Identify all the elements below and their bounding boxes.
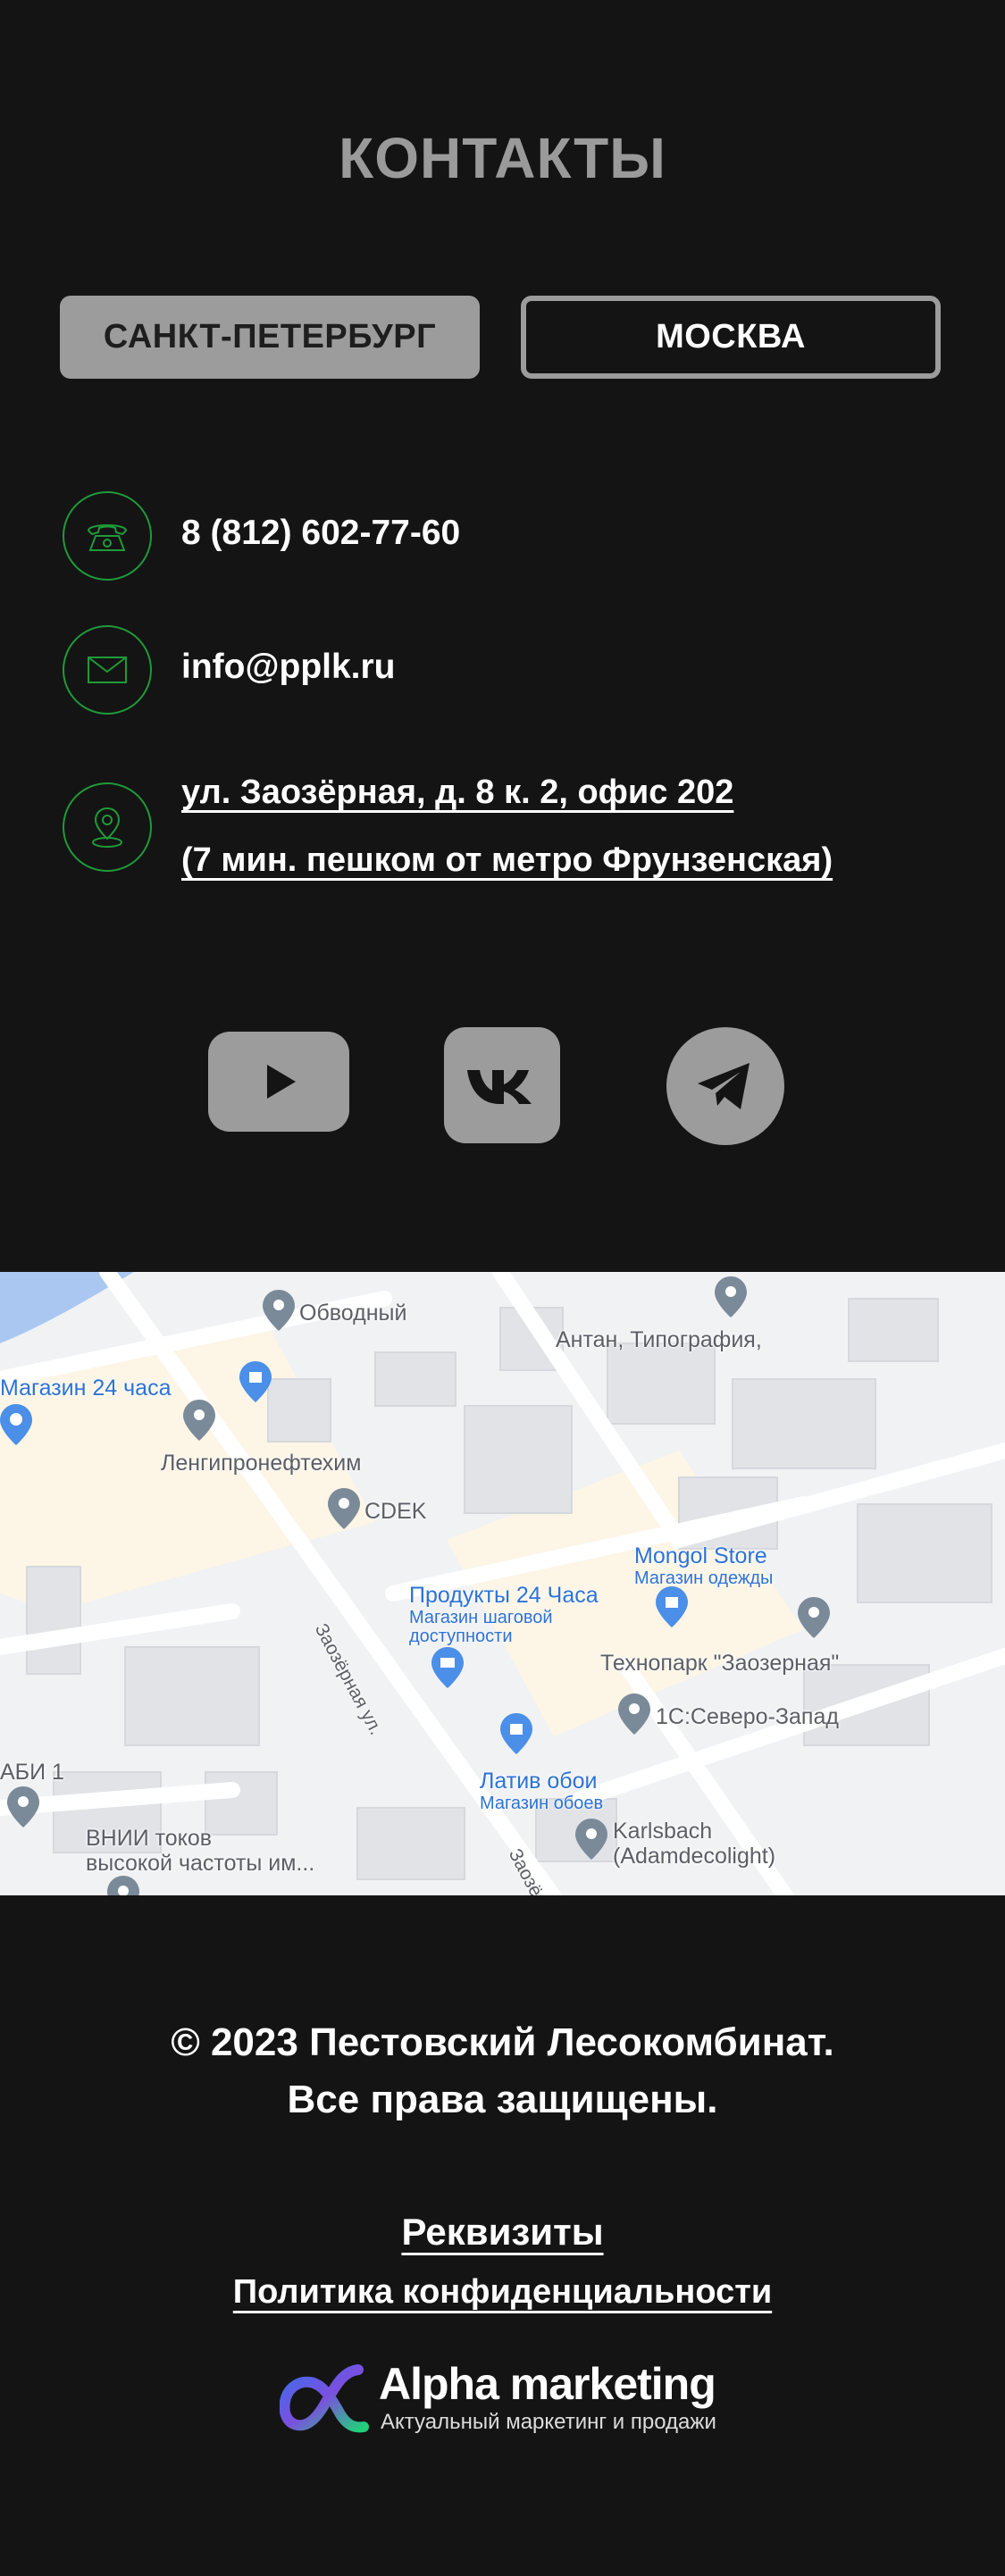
- map-pin-icon: [7, 1786, 39, 1827]
- copyright: © 2023 Пестовский Лесокомбинат. Все прав…: [0, 2014, 1005, 2129]
- map-label-vnii-1: ВНИИ токов: [86, 1826, 213, 1851]
- map-label-karlsbach-1: Karlsbach: [613, 1819, 713, 1844]
- map-label-lengiproneft: Ленгипронефтехим: [161, 1451, 362, 1476]
- map-pin-icon: [183, 1400, 215, 1441]
- map-label-obvodny: Обводный: [299, 1301, 407, 1326]
- requisites-link-wrap: Реквизиты: [0, 2211, 1005, 2254]
- address-line-2[interactable]: (7 мин. пешком от метро Фрунзенская): [181, 841, 833, 880]
- email-address[interactable]: info@pplk.ru: [181, 648, 396, 687]
- map-label-mongol: Mongol Store: [634, 1543, 767, 1568]
- brand-tagline: Актуальный маркетинг и продажи: [381, 2410, 716, 2434]
- email-icon: [63, 625, 152, 715]
- shopping-bag-icon: [656, 1586, 688, 1627]
- telegram-icon[interactable]: [666, 1027, 784, 1145]
- map-pin-icon: [575, 1819, 607, 1860]
- copyright-line-2: Все права защищены.: [287, 2078, 718, 2121]
- map-label-cdek: CDEK: [364, 1499, 427, 1524]
- map-label-abi: АБИ 1: [0, 1760, 64, 1785]
- map-label-shop24: Магазин 24 часа: [0, 1376, 172, 1401]
- map-label-products: Продукты 24 Часа: [409, 1583, 599, 1608]
- map-sublabel-lativ: Магазин обоев: [480, 1794, 604, 1813]
- address-line-1[interactable]: ул. Заозёрная, д. 8 к. 2, офис 202: [181, 774, 733, 812]
- map-label-karlsbach-2: (Adamdecolight): [613, 1844, 776, 1869]
- copyright-line-1: © 2023 Пестовский Лесокомбинат.: [171, 2020, 834, 2064]
- map-sublabel-products-2: доступности: [409, 1627, 513, 1646]
- phone-number[interactable]: 8 (812) 602-77-60: [181, 514, 460, 553]
- page-title: КОНТАКТЫ: [339, 126, 666, 190]
- shopping-bag-icon: [239, 1361, 272, 1402]
- map-pin-icon: [263, 1290, 295, 1331]
- tab-moscow[interactable]: МОСКВА: [521, 296, 941, 379]
- map-sublabel-products-1: Магазин шаговой: [409, 1608, 553, 1627]
- map-pin-icon: [107, 1876, 139, 1895]
- map-pin-icon: [618, 1694, 650, 1735]
- youtube-icon[interactable]: [208, 1032, 349, 1132]
- map-label-technopark: Технопарк "Заозерная": [600, 1651, 840, 1676]
- map-label-vnii-2: высокой частоты им...: [86, 1851, 315, 1876]
- privacy-link-wrap: Политика конфиденциальности: [0, 2273, 1005, 2312]
- shopping-cart-icon: [0, 1404, 32, 1445]
- privacy-policy-link[interactable]: Политика конфиденциальности: [233, 2273, 772, 2311]
- shopping-bag-icon: [500, 1713, 532, 1754]
- map-label-1c: 1С:Северо-Запад: [656, 1704, 839, 1729]
- alpha-marketing-logo-icon[interactable]: [280, 2363, 369, 2434]
- map-sublabel-mongol: Магазин одежды: [634, 1568, 774, 1588]
- requisites-link[interactable]: Реквизиты: [401, 2211, 603, 2253]
- brand-name[interactable]: Alpha marketing: [379, 2358, 716, 2410]
- phone-icon: [63, 491, 152, 581]
- location-pin-icon: [63, 782, 152, 872]
- store-icon: [431, 1647, 464, 1688]
- map[interactable]: Обводный Антан, Типография, Магазин 24 ч…: [0, 1272, 1005, 1895]
- map-pin-icon: [715, 1276, 747, 1317]
- vk-icon[interactable]: [444, 1027, 560, 1143]
- tab-saint-petersburg[interactable]: САНКТ-ПЕТЕРБУРГ: [60, 296, 480, 379]
- map-pin-icon: [798, 1597, 830, 1638]
- map-pin-icon: [328, 1488, 360, 1529]
- map-label-antan: Антан, Типография,: [556, 1327, 762, 1352]
- map-label-lativ: Латив обои: [480, 1769, 598, 1794]
